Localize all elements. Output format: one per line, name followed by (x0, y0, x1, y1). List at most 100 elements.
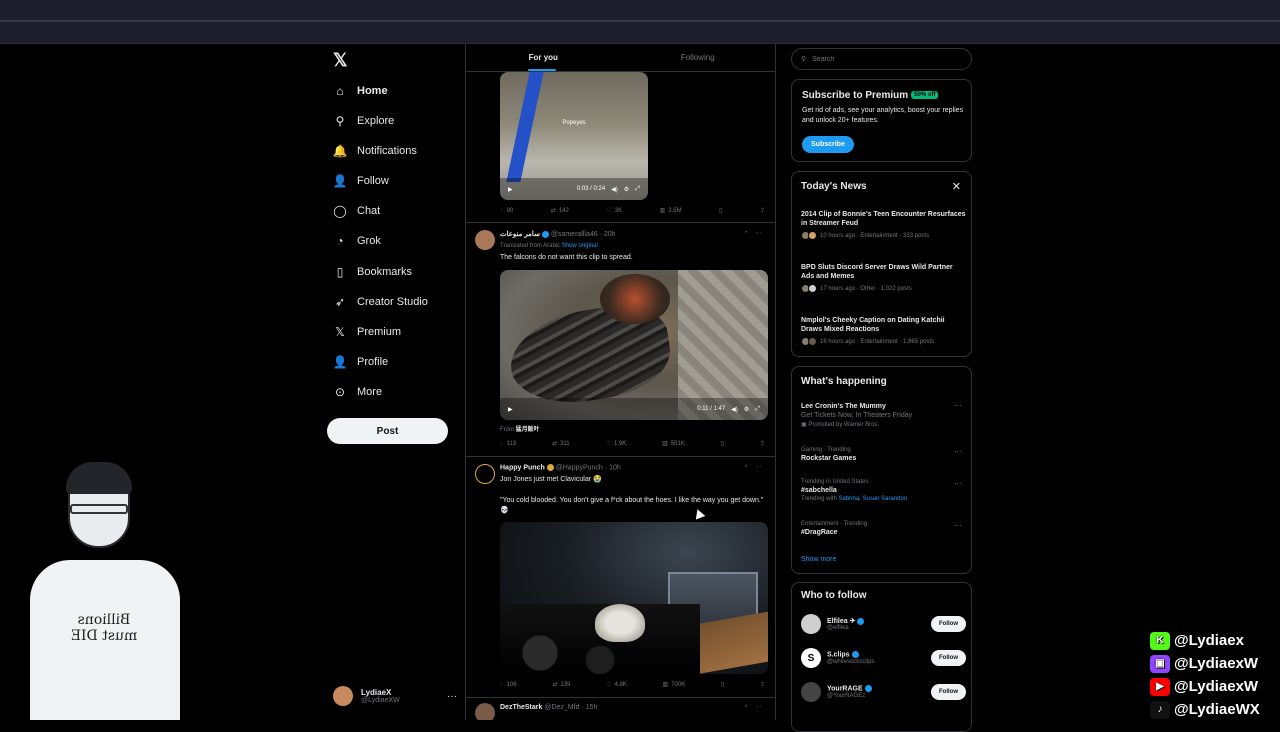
more-dots-icon[interactable]: ··· (954, 521, 962, 530)
post-button[interactable]: Post (327, 418, 448, 444)
like-button[interactable]: ♡ 3K (606, 207, 622, 215)
play-icon[interactable]: ▶ (508, 406, 513, 413)
sidebar-item-premium[interactable]: 𝕏 Premium (333, 325, 401, 339)
tweet-author[interactable]: Happy Punch @HappyPunch · 10h (500, 464, 621, 471)
play-icon[interactable]: ▶ (508, 186, 513, 193)
sidebar-item-home[interactable]: ⌂ Home (333, 84, 387, 98)
reply-button[interactable]: ◌ 113 (500, 441, 516, 447)
more-dots-icon[interactable]: ··· (756, 704, 762, 710)
search-icon: ⚲ (801, 56, 807, 63)
search-box[interactable]: ⚲ (791, 48, 972, 70)
sidebar-item-label: Follow (357, 175, 389, 187)
account-name: LydiaeX (361, 688, 392, 697)
sidebar-item-bookmarks[interactable]: ▯ Bookmarks (333, 265, 412, 279)
close-icon[interactable]: ✕ (952, 180, 961, 193)
avatar[interactable] (475, 464, 495, 484)
tweet-video[interactable]: ▶ 0:11 / 1:47 ◀) ⚙ ⤢ (500, 270, 768, 420)
whats-happening-card: What's happening Lee Cronin's The Mummy … (791, 366, 972, 574)
avatar[interactable] (475, 230, 495, 250)
timeline[interactable]: For you Following Popeyes ▶ 0:03 / 0:24 … (465, 44, 776, 720)
follow-button[interactable]: Follow (931, 616, 966, 632)
follow-suggestion[interactable]: Elfilea ✈ @elfilea Follow (801, 611, 966, 637)
sidebar-item-profile[interactable]: 👤 Profile (333, 355, 389, 369)
trend-title: Lee Cronin's The Mummy (801, 403, 886, 410)
sidebar-item-chat[interactable]: ◯ Chat (333, 204, 380, 218)
follow-suggestion[interactable]: S S.clips @whitesocksclips Follow (801, 645, 966, 671)
views-button[interactable]: ▥ 700K (663, 681, 686, 689)
verified-icon (546, 464, 554, 471)
volume-icon[interactable]: ◀) (611, 186, 618, 193)
social-handle: ♪ @LydiaeWX (1150, 698, 1280, 721)
news-headline: BPD Sluts Discord Server Draws Wild Part… (801, 264, 953, 280)
source-name[interactable]: 猛月飯叶 (516, 427, 540, 433)
tab-for-you[interactable]: For you (466, 44, 621, 71)
volume-icon[interactable]: ◀) (731, 406, 738, 413)
share-button[interactable]: ⇪ (760, 440, 765, 447)
subscribe-button[interactable]: Subscribe (802, 136, 854, 153)
sidebar-item-grok[interactable]: ◔ Grok (333, 234, 380, 248)
fullscreen-icon[interactable]: ⤢ (635, 186, 640, 193)
bookmark-button[interactable]: ▯ (719, 207, 722, 214)
more-dots-icon[interactable]: ··· (954, 479, 962, 488)
tweet-actions: ◌ 113 ⇄ 311 ♡ 1.9K ▥ 551K ▯ ⇪ (500, 440, 765, 448)
views-button[interactable]: ▥ 551K (662, 440, 685, 448)
trend-item[interactable]: Lee Cronin's The Mummy Get Tickets Now, … (801, 401, 966, 428)
trend-item[interactable]: Gaming · Trending Rockstar Games ··· (801, 447, 966, 462)
grok-icon[interactable]: ◔ (744, 230, 748, 236)
news-item[interactable]: Nmplol's Cheeky Caption on Dating Katchi… (801, 316, 966, 346)
grok-icon[interactable]: ◔ (744, 464, 748, 470)
sidebar-item-label: Chat (357, 205, 381, 217)
account-handle: @LydiaeXW (361, 697, 400, 704)
video-frame (595, 604, 645, 642)
vtuber-avatar: Billions must DIE (30, 462, 180, 720)
repost-button[interactable]: ⇄ 139 (552, 681, 570, 689)
sidebar-item-more[interactable]: ⊙ More (333, 385, 382, 399)
more-dots-icon[interactable]: ··· (756, 230, 762, 236)
repost-button[interactable]: ⇄ 142 (551, 207, 569, 215)
reply-button[interactable]: ◌ 106 (500, 682, 517, 688)
x-logo-icon[interactable]: 𝕏 (333, 50, 348, 71)
fullscreen-icon[interactable]: ⤢ (755, 406, 760, 413)
avatar (801, 614, 821, 634)
tweet-author[interactable]: سامر منوعات @samerallla46 · 20h (500, 230, 616, 238)
follow-button[interactable]: Follow (931, 650, 966, 666)
share-button[interactable]: ⇪ (760, 207, 765, 214)
grok-icon[interactable]: ◔ (744, 704, 748, 710)
tab-following[interactable]: Following (621, 44, 776, 71)
tweet-video[interactable] (500, 522, 768, 674)
share-button[interactable]: ⇪ (760, 681, 765, 688)
tweet-video[interactable]: Popeyes ▶ 0:03 / 0:24 ◀) ⚙ ⤢ (500, 72, 648, 200)
views-button[interactable]: ▥ 3.5M (660, 207, 682, 215)
follow-suggestion[interactable]: YourRAGE @YourRAGEz Follow (801, 679, 966, 705)
bookmark-button[interactable]: ▯ (721, 440, 724, 447)
reply-button[interactable]: ◌ 90 (500, 208, 513, 214)
trend-item[interactable]: Trending in United States #sabchella Tre… (801, 479, 966, 502)
bookmark-button[interactable]: ▯ (721, 681, 724, 688)
sidebar-item-notifications[interactable]: 🔔 Notifications (333, 144, 417, 158)
show-more-link[interactable]: Show more (801, 556, 836, 563)
more-dots-icon[interactable]: ··· (756, 464, 762, 470)
browser-top-bar (0, 0, 1280, 44)
show-original-link[interactable]: Show original (562, 243, 598, 249)
sidebar-item-follow[interactable]: 👤 Follow (333, 174, 389, 188)
repost-button[interactable]: ⇄ 311 (552, 440, 570, 448)
like-button[interactable]: ♡ 1.9K (606, 440, 627, 448)
trend-item[interactable]: Entertainment · Trending #DragRace ··· (801, 521, 966, 536)
news-item[interactable]: BPD Sluts Discord Server Draws Wild Part… (801, 263, 966, 293)
news-item[interactable]: 2014 Clip of Bonnie's Teen Encounter Res… (801, 210, 966, 240)
sidebar-item-explore[interactable]: ⚲ Explore (333, 114, 395, 128)
follow-button[interactable]: Follow (931, 684, 966, 700)
more-dots-icon[interactable]: ··· (954, 401, 962, 410)
sidebar-item-creator-studio[interactable]: ➶ Creator Studio (333, 295, 428, 309)
promoted-label: ▣ Promoted by Warner Bros. (801, 422, 880, 428)
more-dots-icon[interactable]: ··· (954, 447, 962, 456)
search-input[interactable] (812, 55, 953, 63)
avatar[interactable] (475, 703, 495, 720)
shirt-text: Billions must DIE (70, 612, 138, 644)
like-button[interactable]: ♡ 4.8K (606, 681, 627, 689)
account-switcher[interactable]: LydiaeX @LydiaeXW ··· (333, 686, 457, 706)
more-dots-icon[interactable]: ··· (447, 691, 457, 702)
settings-icon[interactable]: ⚙ (624, 186, 629, 193)
tweet-author[interactable]: DezTheStark @Dez_Mfd · 15h (500, 704, 597, 711)
settings-icon[interactable]: ⚙ (744, 406, 749, 413)
